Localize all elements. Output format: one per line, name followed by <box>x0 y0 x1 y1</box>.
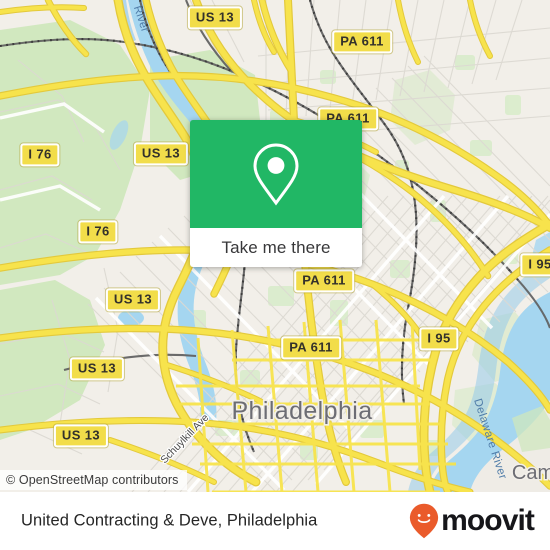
place-name-label: United Contracting & Deve, Philadelphia <box>21 511 318 530</box>
map-place-label-philadelphia: Philadelphia <box>231 397 372 425</box>
road-shield-label: PA 611 <box>302 272 346 288</box>
road-shield-label: US 13 <box>141 145 181 161</box>
road-shield-label: US 13 <box>61 427 101 443</box>
road-shield: US 13 <box>53 424 109 448</box>
road-shield-label: I 76 <box>28 146 52 162</box>
road-shield: I 95 <box>419 327 459 351</box>
road-shield-label: I 95 <box>427 330 451 346</box>
destination-popup[interactable]: Take me there <box>190 120 362 267</box>
moovit-map-screen: Philadelphia Cam Delaware River River Sc… <box>0 0 550 550</box>
road-shield-label: PA 611 <box>340 33 384 49</box>
road-shield: US 13 <box>133 142 189 166</box>
take-me-there-button[interactable]: Take me there <box>190 228 362 267</box>
road-shield: PA 611 <box>281 336 341 360</box>
bottom-info-bar: United Contracting & Deve, Philadelphia … <box>0 492 550 550</box>
road-shield-label: US 13 <box>77 360 117 376</box>
road-shield: I 95 <box>520 253 550 277</box>
road-shield: PA 611 <box>294 269 354 293</box>
road-shield: I 76 <box>78 220 118 244</box>
road-shield: US 13 <box>187 6 243 30</box>
moovit-wordmark: moovit <box>441 504 535 537</box>
moovit-pin-smiley-icon <box>409 503 439 539</box>
moovit-brand[interactable]: moovit <box>409 503 535 539</box>
road-shield: US 13 <box>69 357 125 381</box>
take-me-there-label: Take me there <box>221 237 331 257</box>
road-shield-label: PA 611 <box>289 339 333 355</box>
popup-pin-area <box>190 120 362 228</box>
map-pin-icon <box>253 143 299 206</box>
road-shield-label: US 13 <box>113 291 153 307</box>
openstreetmap-attribution[interactable]: © OpenStreetMap contributors <box>0 470 187 490</box>
road-shield-label: I 95 <box>528 256 550 272</box>
map-place-label-camden: Cam <box>512 462 550 484</box>
road-shield-label: US 13 <box>195 9 235 25</box>
road-shield: PA 611 <box>332 30 392 54</box>
road-shield: US 13 <box>105 288 161 312</box>
road-shield-label: I 76 <box>86 223 110 239</box>
road-shield: I 76 <box>20 143 60 167</box>
